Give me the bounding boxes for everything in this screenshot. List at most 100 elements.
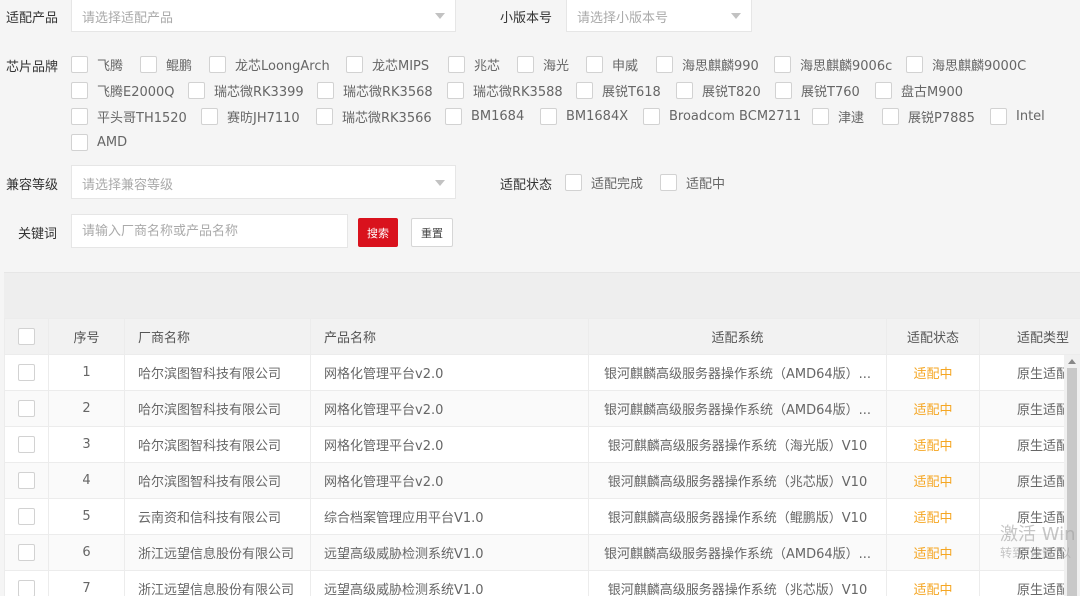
cell-vendor: 哈尔滨图智科技有限公司 — [124, 462, 311, 499]
checkbox-icon — [18, 472, 35, 489]
cell-status: 适配中 — [886, 534, 980, 571]
chip-checkbox[interactable]: 瑞芯微RK3588 — [447, 80, 563, 100]
chip-checkbox[interactable]: 平头哥TH1520 — [71, 106, 187, 126]
cell-os: 银河麒麟高级服务器操作系统（AMD64版）... — [588, 354, 887, 391]
chip-checkbox[interactable]: 飞腾 — [71, 54, 123, 74]
activation-watermark-sub: 转到"设置"以 — [1000, 546, 1072, 560]
cell-os: 银河麒麟高级服务器操作系统（兆芯版）V10 — [588, 570, 887, 596]
chip-checkbox-label: 鲲鹏 — [166, 58, 193, 74]
table-row[interactable]: 3 哈尔滨图智科技有限公司 网格化管理平台v2.0 银河麒麟高级服务器操作系统（… — [4, 426, 1080, 463]
reset-button[interactable]: 重置 — [411, 218, 453, 247]
table-row[interactable]: 7 浙江远望信息股份有限公司 远望高级威胁检测系统V1.0 银河麒麟高级服务器操… — [4, 570, 1080, 596]
chip-checkbox[interactable]: 飞腾E2000Q — [71, 80, 175, 100]
keyword-label: 关键词 — [18, 227, 58, 242]
chip-checkbox[interactable]: 赛昉JH7110 — [201, 106, 300, 126]
header-vendor[interactable]: 厂商名称 — [124, 318, 311, 355]
chip-checkbox[interactable]: 展锐T618 — [576, 80, 661, 100]
header-type[interactable]: 适配类型 — [979, 318, 1080, 355]
chip-brand-label: 芯片品牌 — [6, 60, 59, 75]
row-checkbox[interactable] — [4, 570, 49, 596]
chip-checkbox[interactable]: AMD — [71, 132, 127, 152]
chip-checkbox-label: 瑞芯微RK3399 — [214, 84, 304, 100]
cell-product: 远望高级威胁检测系统V1.0 — [310, 534, 589, 571]
chip-checkbox[interactable]: Intel — [990, 106, 1045, 126]
chip-checkbox-label: 展锐P7885 — [908, 110, 975, 126]
chip-checkbox[interactable]: 展锐T820 — [676, 80, 761, 100]
chip-checkbox[interactable]: 鲲鹏 — [140, 54, 192, 74]
checkbox-icon — [882, 107, 899, 125]
cell-vendor: 哈尔滨图智科技有限公司 — [124, 390, 311, 427]
search-button[interactable]: 搜索 — [358, 218, 398, 247]
checkbox-icon — [540, 107, 557, 125]
cell-status: 适配中 — [886, 462, 980, 499]
checkbox-icon — [576, 81, 593, 99]
chip-checkbox-label: Intel — [1016, 108, 1045, 124]
chip-checkbox[interactable]: BM1684X — [540, 106, 628, 126]
header-product[interactable]: 产品名称 — [310, 318, 589, 355]
checkbox-icon — [209, 55, 226, 73]
table-row[interactable]: 1 哈尔滨图智科技有限公司 网格化管理平台v2.0 银河麒麟高级服务器操作系统（… — [4, 354, 1080, 391]
chip-checkbox[interactable]: BM1684 — [445, 106, 524, 126]
checkbox-icon — [18, 328, 35, 345]
row-checkbox[interactable] — [4, 354, 49, 391]
keyword-input[interactable] — [72, 215, 347, 247]
header-status[interactable]: 适配状态 — [886, 318, 980, 355]
chip-checkbox[interactable]: 龙芯LoongArch — [209, 54, 330, 74]
header-os[interactable]: 适配系统 — [588, 318, 887, 355]
chip-checkbox-label: 海思麒麟9000C — [932, 58, 1027, 74]
chip-checkbox[interactable]: 兆芯 — [448, 54, 500, 74]
row-checkbox[interactable] — [4, 426, 49, 463]
status-checkbox-label: 适配中 — [686, 176, 726, 192]
cell-product: 网格化管理平台v2.0 — [310, 390, 589, 427]
row-checkbox[interactable] — [4, 390, 49, 427]
adapt-status-label: 适配状态 — [500, 178, 553, 193]
checkbox-icon — [18, 364, 35, 381]
product-select-placeholder: 请选择适配产品 — [82, 11, 174, 26]
chip-checkbox[interactable]: Broadcom BCM2711 — [643, 106, 801, 126]
product-select[interactable]: 请选择适配产品 — [71, 0, 456, 32]
chip-checkbox[interactable]: 海思麒麟9006c — [774, 54, 892, 74]
select-all-checkbox[interactable] — [4, 318, 49, 355]
row-checkbox[interactable] — [4, 498, 49, 535]
cell-product: 综合档案管理应用平台V1.0 — [310, 498, 589, 535]
scroll-up-arrow-icon[interactable] — [1068, 359, 1076, 364]
header-no[interactable]: 序号 — [48, 318, 125, 355]
chip-checkbox[interactable]: 龙芯MIPS — [346, 54, 429, 74]
table-row[interactable]: 5 云南资和信科技有限公司 综合档案管理应用平台V1.0 银河麒麟高级服务器操作… — [4, 498, 1080, 535]
row-checkbox[interactable] — [4, 534, 49, 571]
chip-checkbox[interactable]: 瑞芯微RK3568 — [317, 80, 433, 100]
table-row[interactable]: 2 哈尔滨图智科技有限公司 网格化管理平台v2.0 银河麒麟高级服务器操作系统（… — [4, 390, 1080, 427]
checkbox-icon — [71, 55, 88, 73]
checkbox-icon — [18, 580, 35, 596]
chip-checkbox[interactable]: 盘古M900 — [875, 80, 963, 100]
table-row[interactable]: 4 哈尔滨图智科技有限公司 网格化管理平台v2.0 银河麒麟高级服务器操作系统（… — [4, 462, 1080, 499]
chip-checkbox[interactable]: 申威 — [586, 54, 638, 74]
chip-checkbox[interactable]: 海光 — [517, 54, 569, 74]
version-select[interactable]: 请选择小版本号 — [566, 0, 752, 32]
chip-checkbox[interactable]: 海思麒麟990 — [656, 54, 759, 74]
cell-no: 5 — [48, 498, 125, 535]
chip-checkbox[interactable]: 津逮 — [812, 106, 864, 126]
row-checkbox[interactable] — [4, 462, 49, 499]
cell-vendor: 浙江远望信息股份有限公司 — [124, 570, 311, 596]
checkbox-icon — [188, 81, 205, 99]
version-select-placeholder: 请选择小版本号 — [577, 11, 669, 26]
chip-checkbox[interactable]: 瑞芯微RK3566 — [316, 106, 432, 126]
chip-checkbox-label: BM1684X — [566, 108, 629, 124]
cell-status: 适配中 — [886, 354, 980, 391]
chip-checkbox[interactable]: 展锐P7885 — [882, 106, 975, 126]
chip-checkbox-label: Broadcom BCM2711 — [669, 108, 802, 124]
table-row[interactable]: 6 浙江远望信息股份有限公司 远望高级威胁检测系统V1.0 银河麒麟高级服务器操… — [4, 534, 1080, 571]
status-checkbox-done[interactable]: 适配完成 — [565, 172, 643, 192]
scrollbar-thumb[interactable] — [1067, 368, 1077, 596]
cell-os: 银河麒麟高级服务器操作系统（AMD64版）... — [588, 534, 887, 571]
checkbox-icon — [201, 107, 218, 125]
chip-checkbox[interactable]: 瑞芯微RK3399 — [188, 80, 304, 100]
cell-product: 网格化管理平台v2.0 — [310, 462, 589, 499]
checkbox-icon — [448, 55, 465, 73]
status-checkbox-in-progress[interactable]: 适配中 — [660, 172, 725, 192]
chip-checkbox[interactable]: 海思麒麟9000C — [906, 54, 1026, 74]
compat-level-select[interactable]: 请选择兼容等级 — [71, 165, 456, 199]
chip-checkbox[interactable]: 展锐T760 — [775, 80, 860, 100]
cell-status: 适配中 — [886, 570, 980, 596]
